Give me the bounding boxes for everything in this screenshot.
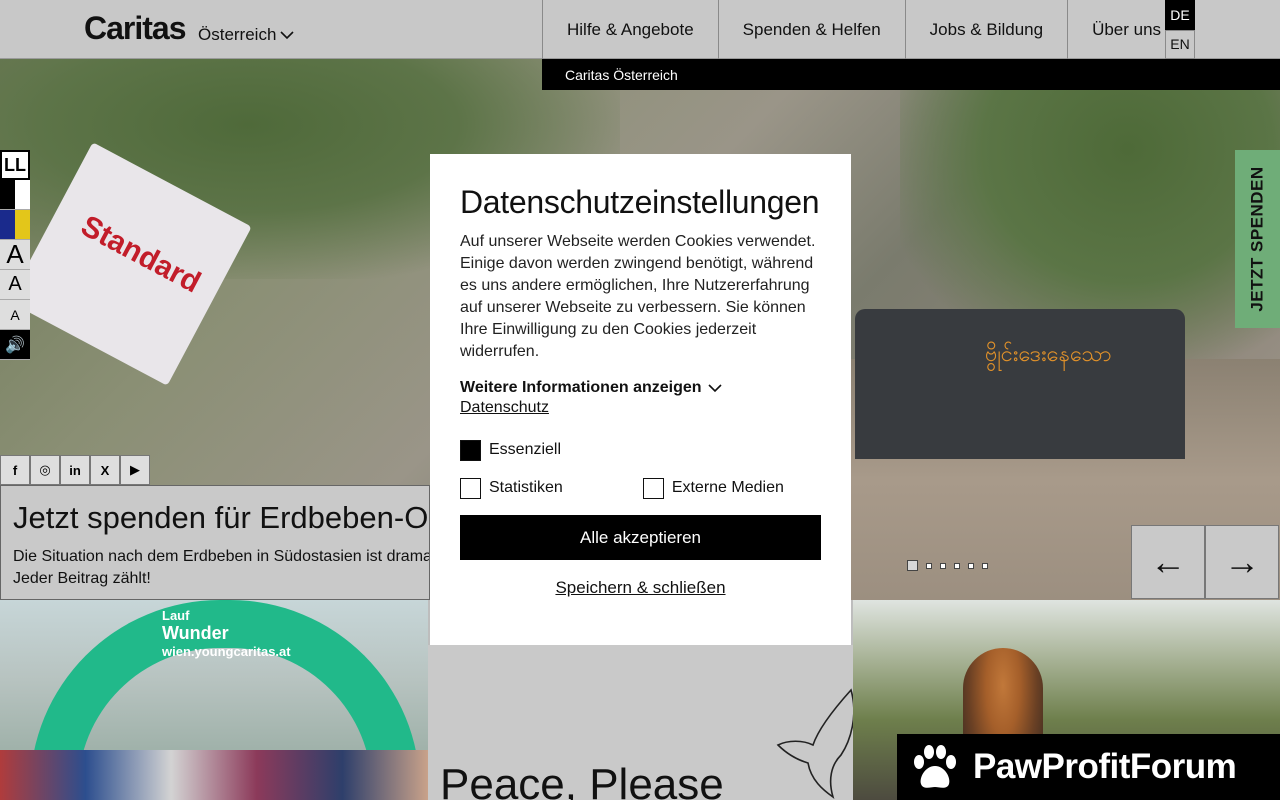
- easy-language-button[interactable]: LL: [0, 150, 30, 180]
- donate-now-label: JETZT SPENDEN: [1247, 166, 1267, 312]
- arch-line: Wunder: [162, 623, 229, 643]
- youtube-icon[interactable]: ▶: [120, 455, 150, 485]
- slider-next-button[interactable]: →: [1205, 525, 1279, 599]
- card-laufwunder[interactable]: Lauf Wunder wien.youngcaritas.at: [0, 600, 428, 800]
- font-size-large-button[interactable]: A: [0, 239, 30, 270]
- dialog-title: Datenschutzeinstellungen: [460, 184, 820, 220]
- slider-arrows: ← →: [1131, 525, 1279, 599]
- linkedin-icon[interactable]: in: [60, 455, 90, 485]
- essential-checkbox[interactable]: Essenziell: [460, 439, 562, 461]
- contrast-blue-yellow-button[interactable]: [0, 210, 30, 240]
- slider-dot-3[interactable]: [940, 562, 946, 569]
- tank-text: ဗွိုင်းဒေးနေသော: [985, 341, 1112, 366]
- cookie-consent-dialog: Datenschutzeinstellungen Auf unserer Web…: [430, 154, 851, 645]
- slider-dot-1[interactable]: [907, 560, 918, 571]
- nav-jobs-bildung[interactable]: Jobs & Bildung: [904, 0, 1067, 59]
- sign-text: Standard: [75, 209, 206, 300]
- lang-de[interactable]: DE: [1165, 0, 1195, 30]
- slider-prev-button[interactable]: ←: [1131, 525, 1205, 599]
- privacy-policy-link[interactable]: Datenschutz: [460, 399, 549, 417]
- chevron-down-icon: [280, 31, 294, 40]
- x-twitter-icon[interactable]: X: [90, 455, 120, 485]
- show-more-info-label: Weitere Informationen anzeigen: [460, 379, 702, 396]
- slider-dot-5[interactable]: [968, 562, 974, 569]
- arch-line: Lauf: [162, 608, 190, 623]
- dialog-description: Auf unserer Webseite werden Cookies verw…: [460, 233, 816, 360]
- subnav-bar: Caritas Österreich: [542, 59, 1280, 90]
- nav-spenden-helfen[interactable]: Spenden & Helfen: [717, 0, 905, 59]
- show-more-info-toggle[interactable]: Weitere Informationen anzeigen: [460, 379, 821, 397]
- checkbox-box: [642, 477, 664, 499]
- hero-text: Die Situation nach dem Erdbeben in Südos…: [13, 548, 430, 587]
- arch-text: Lauf Wunder wien.youngcaritas.at: [162, 608, 291, 659]
- watermark-text: PawProfitForum: [973, 747, 1237, 786]
- hero-title: Jetzt spenden für Erdbeben-Opfer: [13, 500, 429, 535]
- accessibility-toolbar: LL A A A 🔊: [0, 150, 30, 360]
- statistics-checkbox[interactable]: Statistiken: [460, 477, 563, 499]
- country-label: Österreich: [198, 25, 277, 44]
- watermark-banner: PawProfitForum: [897, 734, 1280, 800]
- donate-now-tab[interactable]: JETZT SPENDEN: [1235, 150, 1280, 328]
- contrast-bw-button[interactable]: [0, 180, 30, 210]
- checkbox-label: Externe Medien: [671, 479, 784, 496]
- slider-dot-2[interactable]: [926, 562, 932, 569]
- main-nav: Hilfe & Angebote Spenden & Helfen Jobs &…: [542, 0, 1187, 59]
- crowd: [0, 750, 428, 800]
- peace-title: Peace, Please: [440, 760, 724, 800]
- nav-hilfe-angebote[interactable]: Hilfe & Angebote: [542, 0, 718, 59]
- paw-icon: [914, 745, 956, 788]
- save-and-close-button[interactable]: Speichern & schließen: [460, 578, 821, 598]
- slider-dots: [907, 560, 988, 571]
- arch-line: wien.youngcaritas.at: [162, 644, 291, 659]
- speaker-icon[interactable]: 🔊: [0, 330, 30, 360]
- facebook-icon[interactable]: f: [0, 455, 30, 485]
- chevron-down-icon: [707, 384, 722, 393]
- caritas-logo[interactable]: Caritas: [84, 10, 186, 47]
- font-size-small-button[interactable]: A: [0, 300, 30, 330]
- checkbox-label: Statistiken: [489, 479, 563, 496]
- instagram-icon[interactable]: ◎: [30, 455, 60, 485]
- cookie-categories: Essenziell Statistiken Externe Medien: [460, 439, 821, 499]
- language-switcher: DE EN: [1165, 0, 1195, 59]
- slider-dot-6[interactable]: [982, 562, 988, 569]
- lang-en[interactable]: EN: [1165, 29, 1195, 59]
- checkbox-label: Essenziell: [489, 441, 562, 458]
- external-media-checkbox[interactable]: Externe Medien: [642, 477, 784, 499]
- card-peace-please[interactable]: Peace, Please: [428, 645, 853, 800]
- accept-all-button[interactable]: Alle akzeptieren: [460, 515, 821, 560]
- water-tank: ဗွိုင်းဒေးနေသော: [855, 309, 1185, 459]
- checkbox-box: [460, 477, 481, 499]
- social-links: f ◎ in X ▶: [0, 455, 150, 485]
- font-size-medium-button[interactable]: A: [0, 270, 30, 300]
- site-header: Caritas Österreich Hilfe & Angebote Spen…: [0, 0, 1280, 59]
- country-selector[interactable]: Österreich: [198, 25, 294, 45]
- slider-dot-4[interactable]: [954, 562, 960, 569]
- hero-caption[interactable]: Jetzt spenden für Erdbeben-Opfer Die Sit…: [0, 485, 430, 600]
- checkbox-box: [460, 439, 481, 461]
- subnav-caritas-oesterreich[interactable]: Caritas Österreich: [565, 67, 678, 83]
- dove-icon: [776, 688, 853, 799]
